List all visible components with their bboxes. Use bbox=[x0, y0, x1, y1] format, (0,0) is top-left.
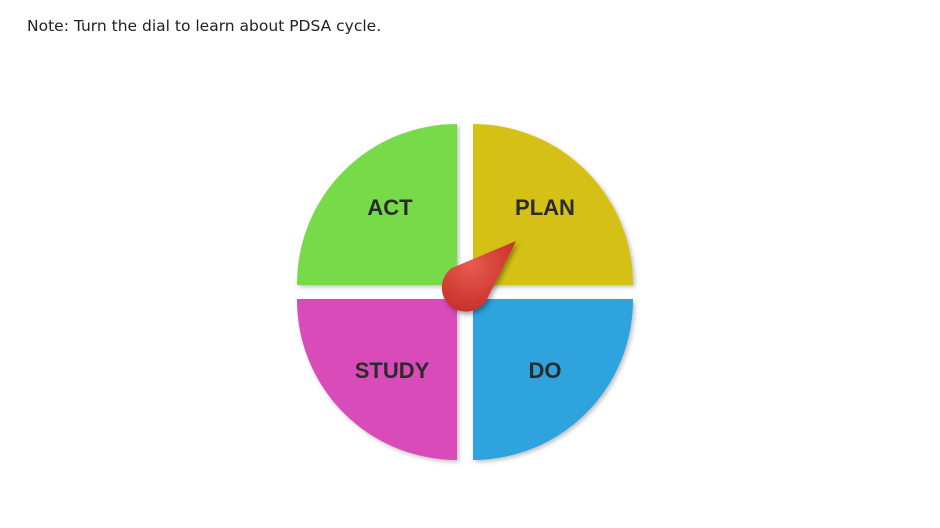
pdsa-dial: ACT PLAN STUDY DO bbox=[0, 0, 940, 528]
quadrant-do[interactable]: DO bbox=[473, 299, 634, 460]
quadrant-plan-label: PLAN bbox=[515, 195, 575, 220]
quadrant-act-label: ACT bbox=[367, 195, 413, 220]
quadrant-act[interactable]: ACT bbox=[296, 124, 457, 285]
quadrant-study[interactable]: STUDY bbox=[296, 299, 457, 460]
quadrant-do-label: DO bbox=[529, 358, 562, 383]
quadrant-study-label: STUDY bbox=[355, 358, 430, 383]
